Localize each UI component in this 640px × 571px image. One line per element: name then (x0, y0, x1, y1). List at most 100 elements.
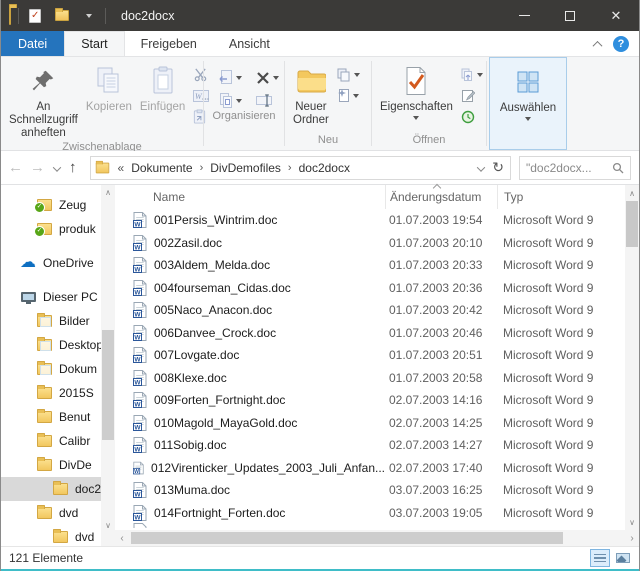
help-button[interactable]: ? (613, 36, 629, 52)
file-row[interactable]: W 011Sobig.doc 02.07.2003 14:27 Microsof… (115, 434, 639, 457)
window-controls: ✕ (501, 0, 639, 31)
select-button[interactable]: Auswählen (496, 62, 560, 121)
sidebar-item[interactable]: Benut (1, 405, 101, 429)
scroll-left-icon[interactable]: ‹ (115, 533, 129, 544)
back-button[interactable]: ← (1, 159, 30, 176)
recent-locations-button[interactable] (54, 159, 60, 177)
file-row[interactable]: W 005Naco_Anacon.doc 01.07.2003 20:42 Mi… (115, 299, 639, 322)
file-row[interactable]: W 012Virenticker_Updates_2003_Juli_Anfan… (115, 457, 639, 480)
scroll-up-icon[interactable]: ∧ (101, 185, 115, 199)
scroll-down-icon[interactable]: ∨ (625, 515, 639, 529)
sidebar-item[interactable]: DivDe (1, 453, 101, 477)
open-history-button[interactable] (459, 66, 485, 83)
sidebar-scroll-thumb[interactable] (102, 330, 114, 440)
address-dropdown-button[interactable] (478, 161, 484, 175)
new-folder-button[interactable]: NeuerOrdner (289, 61, 333, 127)
scroll-up-icon[interactable]: ∧ (625, 186, 639, 200)
properties-button[interactable]: Eigenschaften (376, 61, 457, 120)
file-row[interactable]: W 008Klexe.doc 01.07.2003 20:58 Microsof… (115, 367, 639, 390)
sidebar-item[interactable]: doc2 (1, 477, 101, 501)
qat-dropdown-button[interactable] (80, 7, 98, 25)
copy-to-button[interactable] (216, 92, 244, 109)
file-row[interactable]: W 002Zasil.doc 01.07.2003 20:10 Microsof… (115, 232, 639, 255)
file-row[interactable]: W 004fourseman_Cidas.doc 01.07.2003 20:3… (115, 277, 639, 300)
group-organize: Organisieren (204, 57, 284, 150)
sidebar-item[interactable]: Dokum (1, 357, 101, 381)
ribbon-tab-row: Datei Start Freigeben Ansicht ? (1, 31, 639, 57)
paste-button[interactable]: Einfügen (136, 61, 189, 114)
file-row[interactable]: W 007Lovgate.doc 01.07.2003 20:51 Micros… (115, 344, 639, 367)
tab-ansicht[interactable]: Ansicht (213, 31, 286, 56)
sidebar-item[interactable]: Calibr (1, 429, 101, 453)
chevron-up-icon (593, 40, 603, 50)
sidebar-item-icon (21, 292, 36, 302)
refresh-button[interactable]: ↻ (492, 159, 504, 176)
sidebar-item[interactable]: OneDrive (1, 251, 101, 275)
new-folder-quick-button[interactable] (53, 7, 71, 25)
minimize-button[interactable] (501, 0, 547, 31)
search-input[interactable]: "doc2docx... (519, 156, 631, 180)
sidebar-item[interactable]: Bilder (1, 309, 101, 333)
forward-button[interactable]: → (30, 159, 52, 176)
properties-quick-button[interactable] (26, 7, 44, 25)
window-title: doc2docx (121, 9, 175, 23)
file-row[interactable]: W 009Forten_Fortnight.doc 02.07.2003 14:… (115, 389, 639, 412)
move-to-button[interactable] (216, 69, 244, 86)
svg-text:W: W (134, 334, 141, 341)
chevron-down-icon (86, 14, 92, 18)
vertical-scroll-thumb[interactable] (626, 201, 638, 247)
close-button[interactable]: ✕ (593, 0, 639, 31)
file-date-cell: 01.07.2003 20:33 (385, 258, 497, 272)
sidebar-item[interactable]: Zeug (1, 193, 101, 217)
easy-access-button[interactable] (335, 66, 362, 83)
maximize-button[interactable] (547, 0, 593, 31)
vertical-scrollbar[interactable]: ∧ ∨ (625, 185, 639, 530)
new-item-icon (337, 88, 350, 103)
copy-button[interactable]: Kopieren (82, 61, 136, 114)
tab-datei[interactable]: Datei (1, 31, 64, 56)
delete-button[interactable] (254, 69, 281, 86)
file-date-cell: 02.07.2003 14:27 (385, 438, 497, 452)
breadcrumb-item[interactable]: ›doc2docx (281, 161, 350, 175)
history-button[interactable] (459, 108, 485, 125)
sidebar-item-label: doc2 (75, 482, 101, 496)
word-doc-icon: W (133, 212, 147, 228)
breadcrumb-item[interactable]: ›DivDemofiles (193, 161, 281, 175)
file-date-cell: 01.07.2003 20:51 (385, 348, 497, 362)
sidebar-item[interactable]: dvd (1, 501, 101, 525)
tab-freigeben[interactable]: Freigeben (125, 31, 213, 56)
thumbnails-view-button[interactable] (613, 549, 633, 567)
sidebar-scrollbar[interactable]: ∧ ∨ (101, 185, 115, 546)
scroll-right-icon[interactable]: › (625, 533, 639, 544)
pin-icon (30, 64, 56, 98)
breadcrumb-item[interactable]: ›Dokumente (131, 161, 192, 175)
column-header-name[interactable]: Name (115, 185, 385, 209)
horizontal-scroll-thumb[interactable] (131, 532, 563, 544)
sidebar-item[interactable]: produk (1, 217, 101, 241)
address-box[interactable]: « ›Dokumente ›DivDemofiles ›doc2docx ↻ (90, 156, 512, 180)
column-header-type[interactable]: Typ (497, 185, 639, 209)
details-view-button[interactable] (590, 549, 610, 567)
horizontal-scrollbar[interactable]: ‹ › (115, 530, 639, 546)
scroll-down-icon[interactable]: ∨ (101, 518, 115, 532)
file-row[interactable]: W 003Aldem_Melda.doc 01.07.2003 20:33 Mi… (115, 254, 639, 277)
collapse-ribbon-button[interactable] (594, 35, 601, 53)
tab-start[interactable]: Start (64, 31, 124, 56)
breadcrumb-overflow[interactable]: « (118, 161, 125, 175)
file-row[interactable]: W 013Muma.doc 03.07.2003 16:25 Microsoft… (115, 479, 639, 502)
file-row[interactable]: W 001Persis_Wintrim.doc 01.07.2003 19:54… (115, 209, 639, 232)
file-row[interactable]: W 010Magold_MayaGold.doc 02.07.2003 14:2… (115, 412, 639, 435)
edit-button[interactable] (459, 87, 485, 104)
file-type-cell: Microsoft Word 9 (497, 281, 625, 295)
sidebar-item[interactable]: Desktop (1, 333, 101, 357)
column-header-date[interactable]: Änderungsdatum (385, 185, 497, 209)
sidebar-item[interactable]: 2015S (1, 381, 101, 405)
pin-to-quick-access-button[interactable]: An Schnellzugriffanheften (5, 61, 82, 140)
up-button[interactable]: ↑ (62, 159, 84, 176)
file-row[interactable]: W 014Fortnight_Forten.doc 03.07.2003 19:… (115, 502, 639, 525)
sidebar-item[interactable]: Dieser PC (1, 285, 101, 309)
rename-button[interactable] (254, 92, 281, 109)
new-item-button[interactable] (335, 87, 362, 104)
file-row[interactable]: W 006Danvee_Crock.doc 01.07.2003 20:46 M… (115, 322, 639, 345)
sidebar-item[interactable]: dvd (1, 525, 101, 546)
